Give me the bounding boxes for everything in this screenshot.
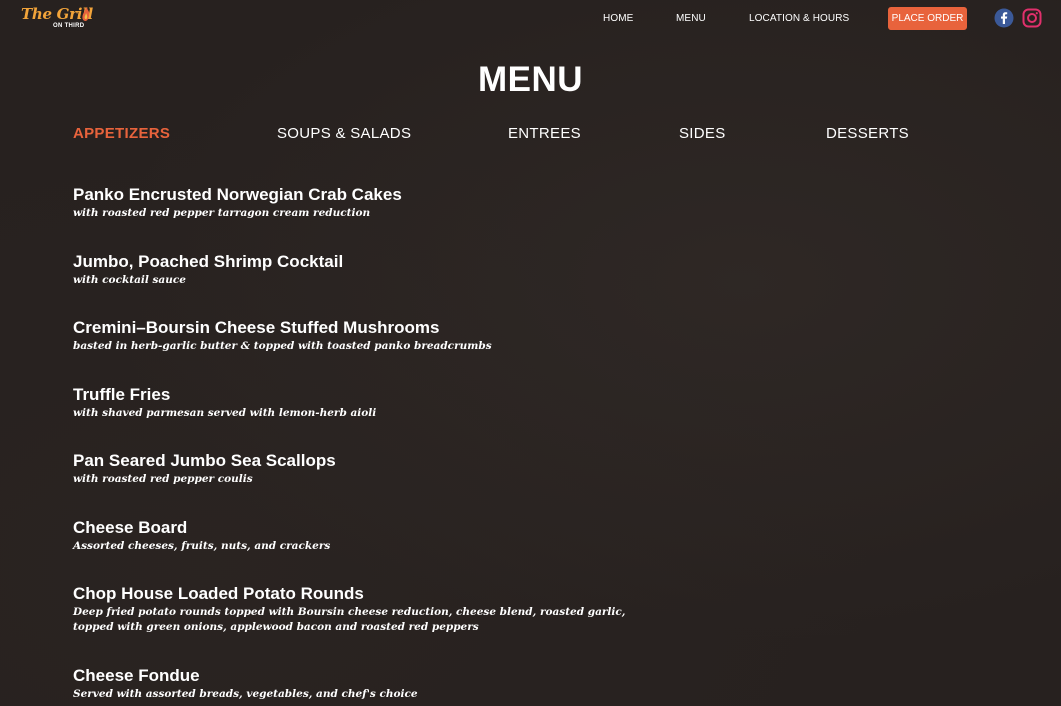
nav-menu[interactable]: MENU <box>676 13 706 24</box>
page-title: MENU <box>477 60 584 99</box>
menu-item-description: with shaved parmesan served with lemon-h… <box>73 407 377 419</box>
instagram-icon[interactable] <box>1022 8 1042 28</box>
menu-item-name: Pan Seared Jumbo Sea Scallops <box>73 451 336 470</box>
logo-subtitle: ON THIRD <box>53 23 85 29</box>
tab-appetizers[interactable]: APPETIZERS <box>73 125 170 142</box>
tab-sides[interactable]: SIDES <box>679 125 726 142</box>
menu-item-name: Cheese Board <box>73 518 188 537</box>
menu-item: Jumbo, Poached Shrimp Cocktail with cock… <box>73 252 593 288</box>
menu-item-description: Served with assorted breads, vegetables,… <box>73 688 418 700</box>
menu-item: Cheese Board Assorted cheeses, fruits, n… <box>73 518 593 554</box>
menu-item: Truffle Fries with shaved parmesan serve… <box>73 385 593 421</box>
menu-item-name: Cremini–Boursin Cheese Stuffed Mushrooms <box>73 318 440 337</box>
menu-item-name: Chop House Loaded Potato Rounds <box>73 584 364 603</box>
menu-item-description: with roasted red pepper coulis <box>73 473 253 485</box>
flame-icon <box>82 7 90 21</box>
menu-item: Cheese Fondue Served with assorted bread… <box>73 666 593 702</box>
tab-soups-salads[interactable]: SOUPS & SALADS <box>277 125 411 142</box>
place-order-button[interactable]: PLACE ORDER <box>888 7 967 30</box>
menu-item-description: Assorted cheeses, fruits, nuts, and crac… <box>73 540 331 552</box>
menu-item-name: Truffle Fries <box>73 385 171 404</box>
site-logo[interactable]: The Grill ON THIRD <box>21 5 93 33</box>
menu-item-name: Cheese Fondue <box>73 666 200 685</box>
menu-item-description: basted in herb-garlic butter & topped wi… <box>73 340 492 352</box>
menu-item-description: with roasted red pepper tarragon cream r… <box>73 207 371 219</box>
menu-item: Chop House Loaded Potato Rounds Deep fri… <box>73 584 626 635</box>
tab-desserts[interactable]: DESSERTS <box>826 125 909 142</box>
facebook-icon[interactable] <box>994 8 1014 28</box>
menu-item-description: Deep fried potato rounds topped with Bou… <box>73 606 626 618</box>
menu-item-description: with cocktail sauce <box>73 274 186 286</box>
nav-location-hours[interactable]: LOCATION & HOURS <box>749 13 849 24</box>
menu-item: Panko Encrusted Norwegian Crab Cakes wit… <box>73 185 593 221</box>
menu-item-name: Panko Encrusted Norwegian Crab Cakes <box>73 185 402 204</box>
menu-item: Pan Seared Jumbo Sea Scallops with roast… <box>73 451 593 487</box>
menu-item-name: Jumbo, Poached Shrimp Cocktail <box>73 252 344 271</box>
nav-home[interactable]: HOME <box>603 13 633 24</box>
site-header: The Grill ON THIRD HOME MENU LOCATION & … <box>0 0 1061 38</box>
tab-entrees[interactable]: ENTREES <box>508 125 581 142</box>
menu-item: Cremini–Boursin Cheese Stuffed Mushrooms… <box>73 318 593 354</box>
menu-item-description: topped with green onions, applewood baco… <box>73 621 479 633</box>
